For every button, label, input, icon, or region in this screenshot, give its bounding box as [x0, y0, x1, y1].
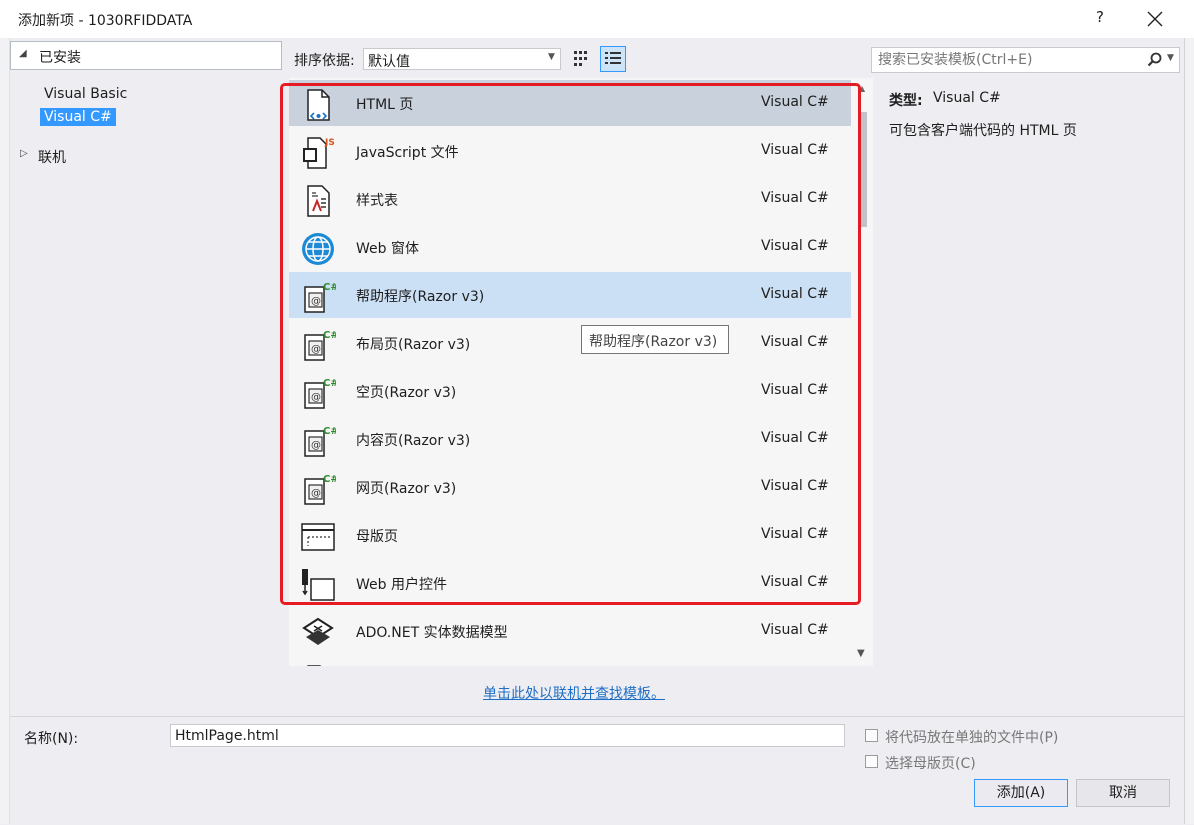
window-frame-left [0, 38, 10, 824]
chevron-down-icon: ▼ [548, 52, 555, 62]
search-box[interactable]: ▼ [871, 47, 1180, 73]
javascript-file-icon: JS [300, 663, 336, 666]
title-bar: 添加新项 - 1030RFIDDATA ? [0, 0, 1194, 38]
cancel-button[interactable]: 取消 [1076, 779, 1170, 807]
tooltip-text: 帮助程序(Razor v3) [589, 334, 718, 350]
template-description: 可包含客户端代码的 HTML 页 [889, 123, 1077, 139]
tree-item-visual-basic[interactable]: Visual Basic [44, 86, 127, 102]
separate-file-label: 将代码放在单独的文件中(P) [885, 730, 1059, 746]
template-row-partial[interactable]: JS [289, 656, 851, 666]
tooltip: 帮助程序(Razor v3) [581, 325, 729, 354]
name-label: 名称(N): [24, 731, 79, 747]
window-frame-right [1184, 38, 1194, 824]
help-button[interactable]: ? [1088, 8, 1112, 30]
sort-dropdown[interactable]: 默认值 ▼ [363, 48, 561, 70]
tree-item-visual-csharp[interactable]: Visual C# [40, 108, 116, 126]
sort-value: 默认值 [368, 54, 410, 70]
scroll-thumb[interactable] [861, 112, 867, 227]
name-field[interactable] [170, 724, 845, 747]
tree-item-online[interactable]: 联机 [38, 147, 66, 167]
window-title: 添加新项 - 1030RFIDDATA [18, 13, 193, 29]
grid-view-icon[interactable] [570, 47, 594, 71]
tree-installed-header[interactable]: ◢ 已安装 [10, 41, 282, 70]
tree-installed-label: 已安装 [39, 50, 81, 66]
online-templates-link[interactable]: 单击此处以联机并查找模板。 [483, 683, 665, 703]
template-name: ADO.NET 实体数据模型 [356, 625, 508, 641]
master-page-label: 选择母版页(C) [885, 756, 976, 772]
type-value: Visual C# [933, 90, 1001, 106]
collapse-arrow-icon[interactable]: ◢ [19, 48, 27, 59]
scroll-down-icon[interactable]: ▼ [857, 648, 865, 659]
entity-model-icon [300, 615, 336, 651]
close-icon[interactable] [1142, 6, 1168, 32]
sort-label: 排序依据: [294, 53, 355, 69]
template-row[interactable]: ADO.NET 实体数据模型 Visual C# [289, 608, 851, 654]
master-page-checkbox[interactable] [865, 755, 878, 768]
search-icon[interactable] [1146, 51, 1164, 73]
template-type: Visual C# [761, 622, 829, 638]
list-view-icon[interactable] [600, 46, 626, 72]
separate-file-checkbox[interactable] [865, 729, 878, 742]
expand-arrow-icon[interactable]: ▷ [20, 148, 28, 159]
chevron-down-icon[interactable]: ▼ [1167, 53, 1174, 63]
highlight-box [280, 83, 861, 605]
search-input[interactable] [878, 51, 1133, 69]
type-label: 类型: [889, 93, 923, 109]
add-button[interactable]: 添加(A) [974, 779, 1068, 807]
